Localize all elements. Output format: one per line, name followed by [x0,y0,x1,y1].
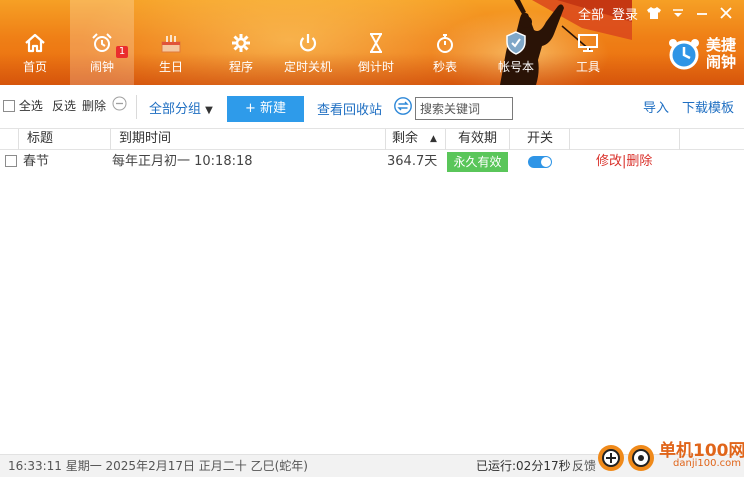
main-nav: 首页 闹钟 1 生日 程序 定时关机 倒计时 秒表 帐号本 工具 [0,0,624,85]
search-input[interactable] [415,97,513,120]
column-validity[interactable]: 有效期 [446,129,510,150]
nav-stopwatch[interactable]: 秒表 [410,0,480,85]
brand-clock-icon [668,39,699,70]
group-dropdown-label: 全部分组 [149,102,202,117]
new-alarm-button[interactable]: + 新建 [227,96,304,122]
header-checkbox-col [0,129,19,150]
nav-countdown[interactable]: 倒计时 [342,0,410,85]
invert-selection-link[interactable]: 反选 [52,97,76,114]
swap-arrows-icon[interactable] [394,97,412,118]
column-title[interactable]: 标题 [19,129,111,150]
brand-logo: 美捷 闹钟 [666,36,736,72]
close-icon[interactable] [718,5,734,21]
select-all-label: 全选 [18,99,43,113]
minimize-icon[interactable] [694,5,710,21]
watermark-logo-icon [598,445,654,471]
delete-selected-link[interactable]: 删除 [82,97,106,114]
power-icon [296,31,320,55]
skin-shirt-icon[interactable] [646,5,662,21]
alarm-clock-icon [90,31,114,55]
caret-down-icon: ▼ [205,105,213,116]
toolbar: 全选 反选 删除 全部分组 ▼ + 新建 查看回收站 导入 下载模板 [0,85,744,128]
recycle-bin-link[interactable]: 查看回收站 [317,99,382,118]
gear-icon [229,31,253,55]
watermark-url: danji100.com [673,458,741,469]
table-row[interactable]: 春节 每年正月初一 10:18:18 364.7天 永久有效 修改|删除 [0,151,744,173]
row-actions: 修改|删除 [596,151,652,173]
login-link[interactable]: 登录 [612,4,638,23]
column-remaining[interactable]: 剩余 ▲ [386,129,446,150]
nav-birthday-label: 生日 [158,60,183,74]
row-title: 春节 [23,154,50,169]
window-top-links: 全部 登录 [578,0,744,26]
nav-shutdown[interactable]: 定时关机 [274,0,342,85]
home-icon [23,31,47,55]
toolbar-divider [136,95,137,119]
alarm-count-badge: 1 [116,46,128,58]
sort-ascending-icon: ▲ [430,134,437,144]
table-header: 标题 到期时间 剩余 ▲ 有效期 开关 [0,128,744,150]
enable-toggle[interactable] [528,156,552,168]
nav-alarm[interactable]: 闹钟 1 [70,0,134,85]
feedback-link[interactable]: 反馈 [572,455,596,477]
select-all-checkbox[interactable] [3,100,15,112]
nav-home[interactable]: 首页 [0,0,70,85]
stopwatch-icon [433,31,457,55]
status-datetime: 16:33:11 星期一 2025年2月17日 正月二十 乙巳(蛇年) [8,459,308,473]
all-link[interactable]: 全部 [578,4,604,23]
validity-badge: 永久有效 [447,152,508,172]
nav-home-label: 首页 [22,60,47,74]
delete-link[interactable]: 删除 [626,154,652,169]
nav-accounts-label: 帐号本 [497,60,534,74]
download-template-link[interactable]: 下载模板 [682,97,734,116]
select-all-control[interactable]: 全选 [3,97,43,114]
watermark: 单机100网 danji100.com [597,434,744,477]
column-remaining-label: 剩余 [392,131,419,146]
edit-link[interactable]: 修改 [596,154,622,169]
menu-dropdown-icon[interactable] [670,5,686,21]
nav-tools-label: 工具 [575,60,600,74]
column-switch[interactable]: 开关 [510,129,570,150]
monitor-icon [576,31,600,55]
import-link[interactable]: 导入 [643,97,669,116]
row-due-time: 每年正月初一 10:18:18 [112,154,253,169]
row-remaining: 364.7天 [387,154,438,169]
nav-stopwatch-label: 秒表 [432,60,457,74]
column-due-time[interactable]: 到期时间 [111,129,386,150]
group-dropdown[interactable]: 全部分组 ▼ [149,98,213,117]
nav-accounts[interactable]: 帐号本 [480,0,552,85]
cake-icon [159,31,183,55]
hourglass-icon [364,31,388,55]
brand-line-1: 美捷 [705,36,736,54]
brand-name: 美捷 闹钟 [706,37,736,71]
nav-program-label: 程序 [228,60,253,74]
nav-shutdown-label: 定时关机 [283,60,332,74]
shield-icon [504,31,528,55]
disabled-minus-icon [112,96,127,114]
status-running-time: 已运行:02分17秒 [476,459,571,473]
brand-line-2: 闹钟 [705,53,736,71]
nav-countdown-label: 倒计时 [357,60,394,74]
row-checkbox[interactable] [5,155,17,167]
nav-alarm-label: 闹钟 [89,60,114,74]
app-header: 首页 闹钟 1 生日 程序 定时关机 倒计时 秒表 帐号本 工具 全部 登录 美… [0,0,744,85]
nav-program[interactable]: 程序 [208,0,274,85]
column-actions [570,129,680,150]
nav-birthday[interactable]: 生日 [134,0,208,85]
